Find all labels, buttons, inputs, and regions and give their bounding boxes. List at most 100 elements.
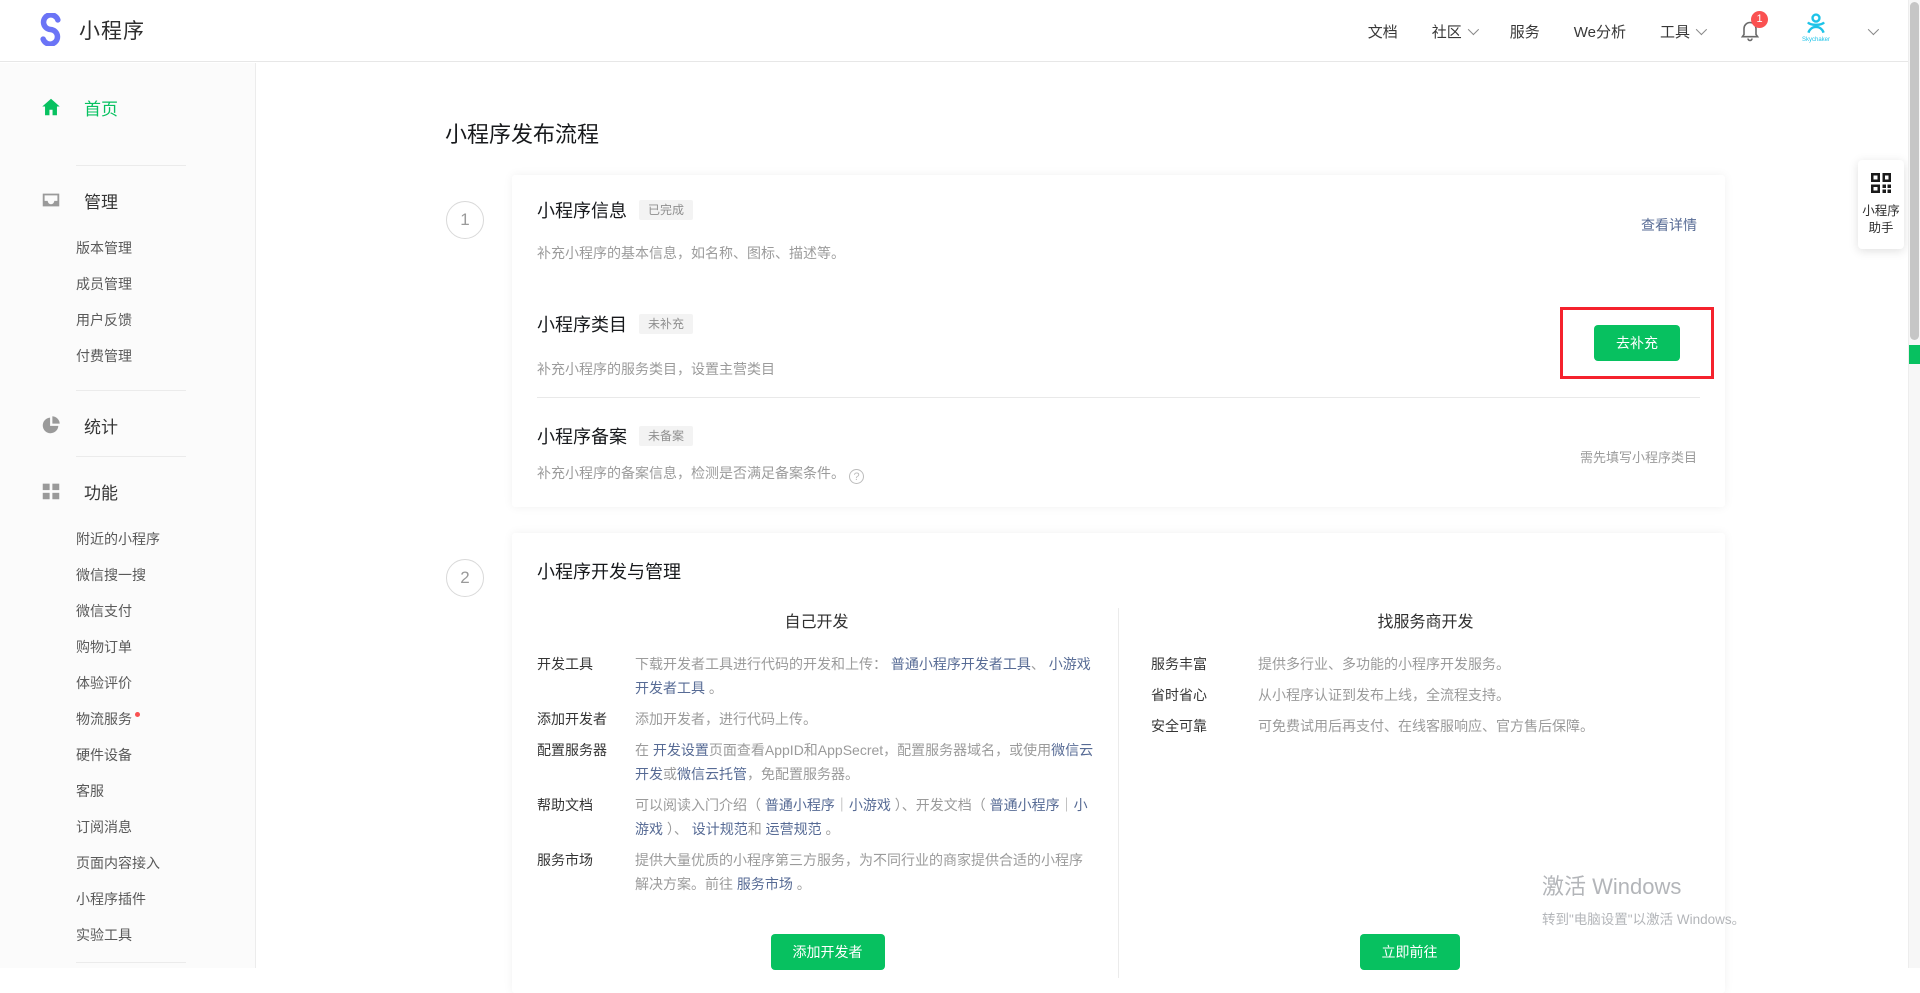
top-bar: 小程序 文档 社区 服务 We分析 工具 1 Skychaker xyxy=(0,0,1920,62)
inline-link[interactable]: 设计规范 xyxy=(692,821,748,837)
sidebar-item-version-management[interactable]: 版本管理 xyxy=(0,230,255,266)
row-label: 配置服务器 xyxy=(537,738,635,786)
account-chevron-icon[interactable] xyxy=(1868,24,1879,35)
nav-weanalysis[interactable]: We分析 xyxy=(1574,21,1626,42)
help-icon[interactable]: ? xyxy=(849,469,864,484)
notification-badge: 1 xyxy=(1751,11,1768,28)
nav-service[interactable]: 服务 xyxy=(1510,21,1540,42)
sidebar-item-experience-rating[interactable]: 体验评价 xyxy=(0,665,255,701)
grid-icon xyxy=(40,480,62,502)
sidebar-divider xyxy=(76,165,186,166)
sidebar-item-shopping-orders[interactable]: 购物订单 xyxy=(0,629,255,665)
self-dev-column: 自己开发 开发工具 下载开发者工具进行代码的开发和上传： 普通小程序开发者工具、… xyxy=(537,608,1118,978)
info-item-head: 小程序信息 已完成 xyxy=(537,197,693,223)
sidebar-item-payment-management[interactable]: 付费管理 xyxy=(0,338,255,374)
sidebar-item-nearby-miniprograms[interactable]: 附近的小程序 xyxy=(0,521,255,557)
fill-category-button[interactable]: 去补充 xyxy=(1594,325,1680,361)
sidebar-section-label: 功能 xyxy=(84,479,118,504)
sidebar-section-label: 统计 xyxy=(84,413,118,438)
tray-icon xyxy=(40,189,62,211)
row-label: 帮助文档 xyxy=(537,793,635,841)
sidebar-item-member-management[interactable]: 成员管理 xyxy=(0,266,255,302)
inline-link[interactable]: 开发设置 xyxy=(653,742,709,758)
inline-link[interactable]: 普通小程序 xyxy=(990,797,1060,813)
sidebar-item-experimental-tools[interactable]: 实验工具 xyxy=(0,917,255,953)
scrollbar-green-marker xyxy=(1909,345,1920,364)
item-desc: 补充小程序的服务类目，设置主营类目 xyxy=(537,359,775,379)
account-avatar-icon xyxy=(1803,11,1829,37)
row-text: 可免费试用后再支付、在线客服响应、官方售后保障。 xyxy=(1258,714,1700,738)
status-badge: 未备案 xyxy=(639,426,693,446)
row-label: 省时省心 xyxy=(1151,683,1258,707)
dev-row: 配置服务器 在 开发设置页面查看AppID和AppSecret，配置服务器域名，… xyxy=(537,738,1096,786)
inline-link[interactable]: 普通小程序开发者工具 xyxy=(891,656,1031,672)
sidebar-management-list: 版本管理 成员管理 用户反馈 付费管理 xyxy=(0,230,255,374)
page-title: 小程序发布流程 xyxy=(445,117,599,149)
beian-item-head: 小程序备案 未备案 xyxy=(537,423,693,449)
go-now-button[interactable]: 立即前往 xyxy=(1360,934,1460,970)
home-icon xyxy=(40,96,62,118)
nav-tools-label: 工具 xyxy=(1660,21,1690,42)
sidebar-section-statistics[interactable]: 统计 xyxy=(0,407,255,443)
chevron-down-icon xyxy=(1696,24,1707,35)
sidebar-home-label: 首页 xyxy=(84,95,118,120)
assistant-panel[interactable]: 小程序 助手 xyxy=(1858,160,1904,249)
dev-row: 省时省心 从小程序认证到发布上线，全流程支持。 xyxy=(1151,683,1700,707)
sidebar-divider xyxy=(76,390,186,391)
nav-tools[interactable]: 工具 xyxy=(1660,21,1704,42)
row-text: 从小程序认证到发布上线，全流程支持。 xyxy=(1258,683,1700,707)
inline-link[interactable]: 微信云托管 xyxy=(677,766,747,782)
inline-link[interactable]: 服务市场 xyxy=(737,876,793,892)
dev-columns: 自己开发 开发工具 下载开发者工具进行代码的开发和上传： 普通小程序开发者工具、… xyxy=(537,608,1700,978)
app-logo[interactable]: 小程序 xyxy=(34,13,145,46)
nav-docs[interactable]: 文档 xyxy=(1368,21,1398,42)
column-header-vendor-dev: 找服务商开发 xyxy=(1151,608,1700,632)
sidebar-item-subscription-messages[interactable]: 订阅消息 xyxy=(0,809,255,845)
nav-community-label: 社区 xyxy=(1432,21,1462,42)
sidebar-section-features[interactable]: 功能 xyxy=(0,473,255,509)
scrollbar-thumb[interactable] xyxy=(1910,2,1919,340)
nav-community[interactable]: 社区 xyxy=(1432,21,1476,42)
sidebar-divider xyxy=(76,962,186,963)
row-label: 服务丰富 xyxy=(1151,652,1258,676)
prerequisite-note: 需先填写小程序类目 xyxy=(1580,447,1697,466)
dev-row: 开发工具 下载开发者工具进行代码的开发和上传： 普通小程序开发者工具、 小游戏开… xyxy=(537,652,1096,700)
card-divider xyxy=(537,397,1700,398)
sidebar: 首页 管理 版本管理 成员管理 用户反馈 付费管理 统计 功能 附近的小程序 微… xyxy=(0,63,256,968)
step-number-1: 1 xyxy=(446,201,484,239)
item-title: 小程序信息 xyxy=(537,197,627,223)
scrollbar-track[interactable] xyxy=(1908,0,1920,968)
sidebar-item-page-content-access[interactable]: 页面内容接入 xyxy=(0,845,255,881)
row-text: 提供多行业、多功能的小程序开发服务。 xyxy=(1258,652,1700,676)
avatar[interactable]: Skychaker xyxy=(1798,11,1834,51)
dev-row: 安全可靠 可免费试用后再支付、在线客服响应、官方售后保障。 xyxy=(1151,714,1700,738)
view-details-link[interactable]: 查看详情 xyxy=(1641,215,1697,235)
new-badge-dot xyxy=(135,712,140,717)
row-text: 添加开发者，进行代码上传。 xyxy=(635,707,1096,731)
row-text: 下载开发者工具进行代码的开发和上传： 普通小程序开发者工具、 小游戏开发者工具 … xyxy=(635,652,1096,700)
add-developer-button[interactable]: 添加开发者 xyxy=(771,934,885,970)
status-badge: 已完成 xyxy=(639,200,693,220)
sidebar-item-home[interactable]: 首页 xyxy=(0,88,255,126)
inline-link[interactable]: 运营规范 xyxy=(766,821,822,837)
sidebar-item-miniprogram-plugins[interactable]: 小程序插件 xyxy=(0,881,255,917)
sidebar-section-label: 管理 xyxy=(84,188,118,213)
sidebar-section-management[interactable]: 管理 xyxy=(0,182,255,218)
qr-code-icon xyxy=(1869,171,1893,195)
sidebar-item-customer-service[interactable]: 客服 xyxy=(0,773,255,809)
sidebar-item-wechat-pay[interactable]: 微信支付 xyxy=(0,593,255,629)
status-badge: 未补充 xyxy=(639,314,693,334)
sidebar-item-hardware-devices[interactable]: 硬件设备 xyxy=(0,737,255,773)
sidebar-item-user-feedback[interactable]: 用户反馈 xyxy=(0,302,255,338)
inline-link[interactable]: 普通小程序 xyxy=(765,797,835,813)
logo-title: 小程序 xyxy=(79,15,145,45)
item-desc: 补充小程序的备案信息，检测是否满足备案条件。? xyxy=(537,463,864,484)
sidebar-item-wechat-search[interactable]: 微信搜一搜 xyxy=(0,557,255,593)
row-text: 可以阅读入门介绍（ 普通小程序｜小游戏 ）、开发文档（ 普通小程序｜小游戏 ）、… xyxy=(635,793,1096,841)
inline-link[interactable]: 小游戏 xyxy=(849,797,891,813)
section-title: 小程序开发与管理 xyxy=(537,558,681,584)
sidebar-item-logistics-service[interactable]: 物流服务 xyxy=(0,701,255,737)
step-number-2: 2 xyxy=(446,559,484,597)
row-label: 安全可靠 xyxy=(1151,714,1258,738)
notification-bell[interactable]: 1 xyxy=(1738,18,1764,44)
